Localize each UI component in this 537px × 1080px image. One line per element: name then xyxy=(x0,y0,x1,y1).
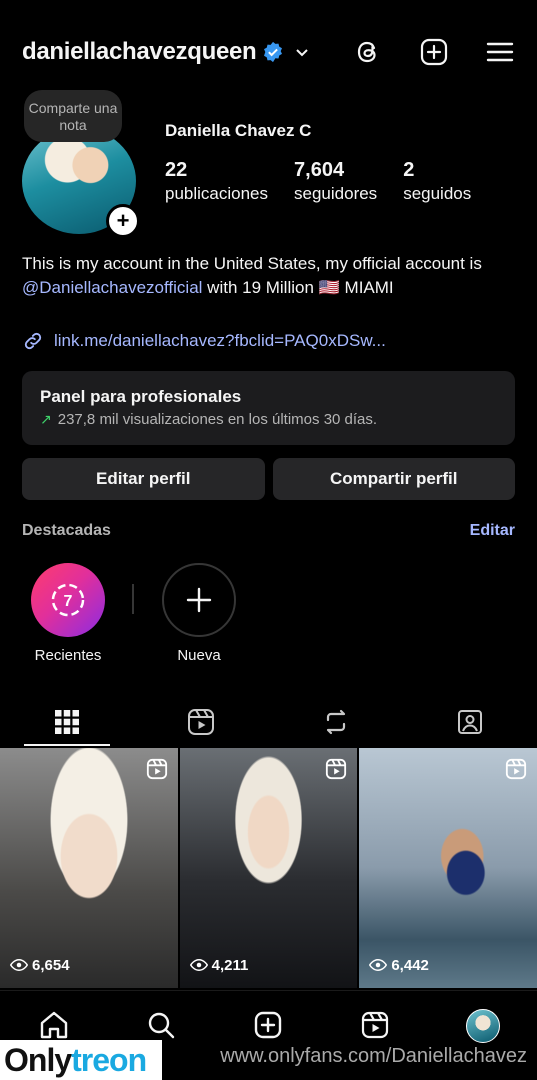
edit-profile-button[interactable]: Editar perfil xyxy=(22,458,265,500)
note-bubble[interactable]: Comparte una nota xyxy=(24,90,122,142)
post-tile[interactable]: 6,442 xyxy=(359,748,537,988)
trend-up-icon: ↗ xyxy=(40,411,52,427)
create-icon[interactable] xyxy=(252,1009,284,1041)
share-profile-button[interactable]: Compartir perfil xyxy=(272,458,515,500)
profile-stats: 22 publicaciones 7,604 seguidores 2 segu… xyxy=(165,158,497,206)
bio-mention-link[interactable]: @Daniellachavezofficial xyxy=(22,278,202,297)
profile-tabs xyxy=(0,698,537,746)
eye-icon xyxy=(369,958,388,972)
bio: This is my account in the United States,… xyxy=(22,252,515,300)
view-count: 6,442 xyxy=(369,956,429,974)
bio-text-end: with 19 Million 🇺🇸 MIAMI xyxy=(202,278,394,297)
profile-link[interactable]: link.me/daniellachavez?fbclid=PAQ0xDSw..… xyxy=(22,330,515,352)
highlight-label: Nueva xyxy=(177,647,221,664)
eye-icon xyxy=(189,958,208,972)
highlight-divider xyxy=(132,584,134,614)
tab-reposts[interactable] xyxy=(269,698,403,746)
post-tile[interactable]: 6,654 xyxy=(0,748,178,988)
add-story-icon[interactable]: + xyxy=(106,204,140,238)
posts-grid: 6,654 4,211 6,442 xyxy=(0,748,537,988)
watermark-logo: Only treon xyxy=(0,1040,162,1080)
highlight-recientes[interactable]: 7 Recientes xyxy=(30,563,106,664)
stat-value: 22 xyxy=(165,159,188,181)
highlight-new[interactable]: Nueva xyxy=(161,563,237,664)
new-highlight-circle[interactable] xyxy=(162,563,236,637)
recent-stories-icon: 7 xyxy=(51,583,85,617)
highlights-edit-link[interactable]: Editar xyxy=(470,522,515,540)
tagged-icon xyxy=(457,710,482,734)
tab-posts-grid[interactable] xyxy=(0,698,134,746)
link-icon xyxy=(24,332,42,350)
search-icon[interactable] xyxy=(145,1009,177,1041)
stat-posts[interactable]: 22 publicaciones xyxy=(165,158,268,206)
watermark-logo-a: Only xyxy=(4,1041,72,1078)
top-bar: daniellachavezqueen xyxy=(22,30,515,74)
highlight-cover[interactable]: 7 xyxy=(31,563,105,637)
watermark-url: www.onlyfans.com/Daniellachavez xyxy=(220,1045,527,1067)
reel-badge-icon xyxy=(505,758,527,780)
highlight-label: Recientes xyxy=(34,647,102,664)
view-count: 6,654 xyxy=(10,956,70,974)
profile-link-text[interactable]: link.me/daniellachavez?fbclid=PAQ0xDSw..… xyxy=(54,331,386,351)
post-tile[interactable]: 4,211 xyxy=(179,748,358,988)
professional-dashboard[interactable]: Panel para profesionales ↗ 237,8 mil vis… xyxy=(22,371,515,445)
highlight-badge-number: 7 xyxy=(64,593,73,610)
threads-icon[interactable] xyxy=(353,37,383,67)
profile-nav-avatar[interactable] xyxy=(465,1009,500,1043)
create-post-icon[interactable] xyxy=(419,37,449,67)
reels-icon xyxy=(188,709,215,735)
profile-actions: Editar perfil Compartir perfil xyxy=(22,458,515,500)
reel-badge-icon xyxy=(326,758,347,780)
stat-value: 7,604 xyxy=(294,159,345,181)
repost-icon xyxy=(326,709,345,735)
panel-subtitle-text: 237,8 mil visualizaciones en los últimos… xyxy=(57,411,378,428)
tab-reels[interactable] xyxy=(134,698,268,746)
bio-text: This is my account in the United States,… xyxy=(22,254,482,273)
view-count-text: 6,654 xyxy=(32,956,70,974)
stat-value: 2 xyxy=(403,159,415,181)
view-count-text: 4,211 xyxy=(211,956,249,974)
highlights-title: Destacadas xyxy=(22,522,111,539)
view-count-text: 6,442 xyxy=(391,956,429,974)
profile-avatar-wrap[interactable]: + xyxy=(22,128,140,238)
menu-icon[interactable] xyxy=(485,37,515,67)
stat-followers[interactable]: 7,604 seguidores xyxy=(294,158,377,206)
view-count: 4,211 xyxy=(189,956,249,974)
highlights-header: Destacadas Editar xyxy=(22,522,515,540)
display-name: Daniella Chavez C xyxy=(165,121,312,140)
chevron-down-icon[interactable] xyxy=(294,44,310,60)
panel-title: Panel para profesionales xyxy=(40,387,242,406)
panel-subtitle: ↗ 237,8 mil visualizaciones en los últim… xyxy=(40,411,497,428)
stat-label: seguidores xyxy=(294,184,378,203)
verified-badge-icon xyxy=(264,41,283,63)
username[interactable]: daniellachavezqueen xyxy=(22,38,257,66)
eye-icon xyxy=(10,958,28,972)
stat-label: seguidos xyxy=(403,184,472,203)
stat-label: publicaciones xyxy=(165,184,269,203)
grid-icon xyxy=(55,710,80,734)
stat-following[interactable]: 2 seguidos xyxy=(403,158,471,206)
reels-nav-icon[interactable] xyxy=(359,1009,391,1041)
home-icon[interactable] xyxy=(38,1009,70,1041)
reel-badge-icon xyxy=(146,758,167,780)
tab-tagged[interactable] xyxy=(403,698,537,746)
watermark-logo-b: treon xyxy=(71,1041,147,1078)
plus-icon xyxy=(186,587,212,613)
